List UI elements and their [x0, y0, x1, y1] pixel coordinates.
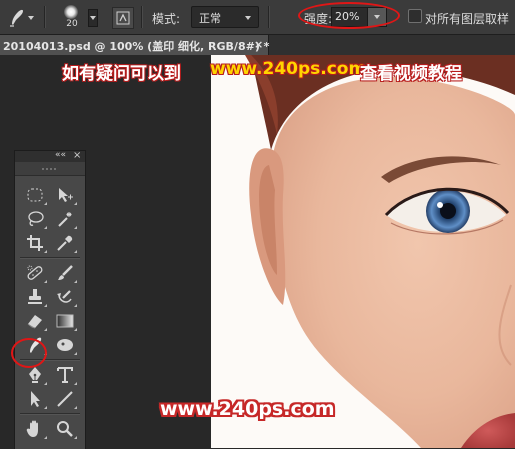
brush-preset-picker[interactable]: 20 [56, 3, 98, 31]
zoom-icon[interactable] [51, 417, 79, 441]
smudge-tool-highlight-circle [11, 338, 47, 368]
close-panel-icon[interactable]: × [73, 150, 81, 161]
watermark-url: www.240ps.com [210, 59, 367, 79]
divider [20, 413, 80, 415]
dodge-icon[interactable] [51, 333, 79, 357]
mode-select-value: 正常 [199, 12, 221, 25]
divider [268, 6, 270, 28]
watermark-text-prefix: 如有疑问可以到 [62, 64, 181, 84]
brush-icon[interactable] [51, 261, 79, 285]
spot-healing-icon[interactable] [21, 261, 49, 285]
document-canvas[interactable] [211, 55, 515, 448]
lasso-icon[interactable] [21, 207, 49, 231]
sample-all-layers-checkbox[interactable] [408, 9, 422, 23]
tools-panel: «« × [14, 150, 86, 449]
panel-grip[interactable] [15, 162, 85, 176]
portrait-photo [211, 55, 515, 448]
eraser-icon[interactable] [21, 309, 49, 333]
crop-icon[interactable] [21, 231, 49, 255]
tools-panel-header[interactable]: «« × [15, 150, 85, 162]
brush-panel-toggle-button[interactable] [112, 7, 134, 29]
chevron-down-icon [245, 16, 251, 20]
tutorial-watermark: 如有疑问可以到 www.240ps.com 查看视频教程 [62, 59, 492, 84]
brush-panel-icon [116, 11, 130, 25]
tool-preset-picker[interactable] [6, 7, 34, 27]
hand-icon[interactable] [21, 417, 49, 441]
chevron-down-icon [28, 16, 34, 20]
move-icon[interactable] [51, 183, 79, 207]
watermark-text-suffix: 查看视频教程 [360, 64, 462, 84]
chevron-down-icon [90, 16, 96, 20]
brush-preset-dropdown[interactable] [88, 9, 98, 27]
line-icon[interactable] [51, 387, 79, 411]
divider [44, 6, 46, 28]
close-tab-icon[interactable]: × [254, 38, 263, 51]
strength-highlight-circle [298, 2, 400, 29]
eyedropper-icon[interactable] [51, 231, 79, 255]
mode-label: 模式: [152, 12, 181, 26]
sample-all-layers-label: 对所有图层取样 [425, 12, 510, 26]
brush-size-value: 20 [66, 19, 78, 29]
gradient-icon[interactable] [51, 309, 79, 333]
type-icon[interactable] [51, 363, 79, 387]
divider [20, 257, 80, 259]
mode-select[interactable]: 正常 [191, 6, 259, 28]
document-tab[interactable]: 20104013.psd @ 100% (盖印 细化, RGB/8#) * × [0, 35, 269, 55]
magic-wand-icon[interactable] [51, 207, 79, 231]
clone-stamp-icon[interactable] [21, 285, 49, 309]
brush-tip-preview [64, 5, 78, 19]
site-watermark: www.240ps.com [160, 398, 335, 420]
rectangular-marquee-icon[interactable] [21, 183, 49, 207]
document-title: 20104013.psd @ 100% (盖印 细化, RGB/8#) * [3, 40, 270, 53]
divider [141, 6, 143, 28]
history-brush-icon[interactable] [51, 285, 79, 309]
document-tab-bar: 20104013.psd @ 100% (盖印 细化, RGB/8#) * × [0, 35, 515, 55]
options-bar: 20 模式: 正常 强度: 20% 对所有图层取样 [0, 0, 515, 35]
collapse-panel-icon[interactable]: «« [55, 150, 66, 160]
path-selection-icon[interactable] [21, 387, 49, 411]
